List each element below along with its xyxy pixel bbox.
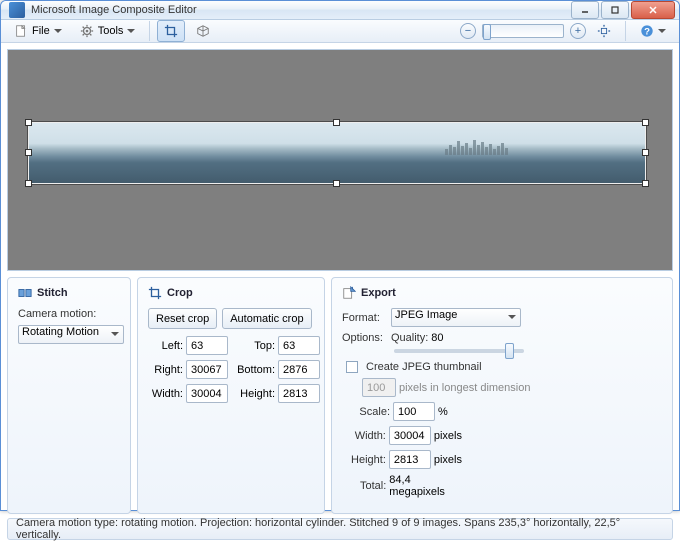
- app-window: Microsoft Image Composite Editor File To…: [0, 0, 680, 511]
- statusbar: Camera motion type: rotating motion. Pro…: [7, 518, 673, 540]
- format-label: Format:: [342, 312, 388, 324]
- export-panel: Export Format: JPEG Image Options: Quali…: [331, 277, 673, 514]
- titlebar: Microsoft Image Composite Editor: [1, 1, 679, 20]
- thumbnail-label: Create JPEG thumbnail: [366, 361, 482, 373]
- quality-label: Quality:: [391, 332, 428, 344]
- svg-text:?: ?: [644, 27, 650, 38]
- px-unit: pixels: [434, 430, 462, 442]
- zoom-slider[interactable]: [482, 24, 564, 38]
- tools-label: Tools: [98, 25, 124, 37]
- panels: Stitch Camera motion: Rotating Motion Cr…: [1, 277, 679, 518]
- thumbnail-checkbox[interactable]: [346, 361, 358, 373]
- total-value: 84,4 megapixels: [389, 474, 462, 498]
- maximize-button[interactable]: [601, 1, 629, 19]
- handle-sw[interactable]: [25, 180, 32, 187]
- gear-icon: [80, 24, 94, 38]
- zoom-out-button[interactable]: −: [460, 23, 476, 39]
- crop-icon: [148, 286, 162, 300]
- crop-width-input[interactable]: [186, 384, 228, 403]
- file-menu[interactable]: File: [7, 20, 69, 42]
- height-label: Height:: [234, 388, 278, 400]
- crop-tool-button[interactable]: [157, 20, 185, 42]
- format-select[interactable]: JPEG Image: [391, 308, 521, 327]
- thumbnail-hint: pixels in longest dimension: [399, 382, 530, 394]
- handle-e[interactable]: [642, 149, 649, 156]
- separator: [149, 21, 150, 41]
- quality-value: 80: [431, 332, 443, 344]
- caret-icon: [54, 29, 62, 37]
- thumbnail-size-input: [362, 378, 396, 397]
- tools-menu[interactable]: Tools: [73, 20, 143, 42]
- px-unit: pixels: [434, 454, 462, 466]
- exp-width-input[interactable]: [389, 426, 431, 445]
- caret-icon: [658, 29, 666, 37]
- handle-w[interactable]: [25, 149, 32, 156]
- scale-unit: %: [438, 406, 448, 418]
- scale-label: Scale:: [350, 406, 390, 418]
- fit-button[interactable]: [590, 20, 618, 42]
- handle-n[interactable]: [333, 119, 340, 126]
- quality-thumb[interactable]: [505, 343, 514, 359]
- separator: [625, 21, 626, 41]
- width-label: Width:: [148, 388, 186, 400]
- camera-motion-select[interactable]: Rotating Motion: [18, 325, 124, 344]
- exp-width-label: Width:: [350, 430, 386, 442]
- handle-ne[interactable]: [642, 119, 649, 126]
- file-label: File: [32, 25, 50, 37]
- top-input[interactable]: [278, 336, 320, 355]
- format-value: JPEG Image: [395, 309, 457, 321]
- crop-heading: Crop: [167, 287, 193, 299]
- stitch-heading: Stitch: [37, 287, 68, 299]
- canvas[interactable]: [7, 49, 673, 271]
- skyline: [445, 139, 595, 155]
- handle-nw[interactable]: [25, 119, 32, 126]
- automatic-crop-button[interactable]: Automatic crop: [222, 308, 311, 329]
- quality-slider[interactable]: [394, 349, 524, 353]
- app-icon: [9, 2, 25, 18]
- file-icon: [14, 24, 28, 38]
- fit-icon: [597, 24, 611, 38]
- reset-crop-button[interactable]: Reset crop: [148, 308, 217, 329]
- crop-icon: [164, 24, 178, 38]
- handle-se[interactable]: [642, 180, 649, 187]
- close-button[interactable]: [631, 1, 675, 19]
- right-label: Right:: [148, 364, 186, 376]
- bottom-input[interactable]: [278, 360, 320, 379]
- crop-panel: Crop Reset crop Automatic crop Left: Top…: [137, 277, 325, 514]
- scale-input[interactable]: [393, 402, 435, 421]
- stitch-panel: Stitch Camera motion: Rotating Motion: [7, 277, 131, 514]
- left-input[interactable]: [186, 336, 228, 355]
- stitch-icon: [18, 286, 32, 300]
- crop-height-input[interactable]: [278, 384, 320, 403]
- options-label: Options:: [342, 332, 388, 344]
- exp-height-input[interactable]: [389, 450, 431, 469]
- help-icon: ?: [640, 24, 654, 38]
- right-input[interactable]: [186, 360, 228, 379]
- bottom-label: Bottom:: [234, 364, 278, 376]
- camera-motion-label: Camera motion:: [18, 308, 96, 320]
- left-label: Left:: [148, 340, 186, 352]
- top-label: Top:: [234, 340, 278, 352]
- help-menu[interactable]: ?: [633, 20, 673, 42]
- zoom-in-button[interactable]: +: [570, 23, 586, 39]
- status-text: Camera motion type: rotating motion. Pro…: [16, 517, 664, 541]
- cube-icon: [196, 24, 210, 38]
- cube-tool-button[interactable]: [189, 20, 217, 42]
- crop-selection[interactable]: [28, 122, 646, 184]
- caret-icon: [127, 29, 135, 37]
- handle-s[interactable]: [333, 180, 340, 187]
- export-heading: Export: [361, 287, 396, 299]
- toolbar: File Tools − + ?: [1, 20, 679, 43]
- total-label: Total:: [350, 480, 386, 492]
- export-icon: [342, 286, 356, 300]
- window-title: Microsoft Image Composite Editor: [31, 4, 571, 16]
- exp-height-label: Height:: [350, 454, 386, 466]
- camera-motion-value: Rotating Motion: [22, 326, 99, 338]
- zoom-thumb[interactable]: [483, 24, 491, 40]
- panorama-image: [29, 123, 645, 183]
- minimize-button[interactable]: [571, 1, 599, 19]
